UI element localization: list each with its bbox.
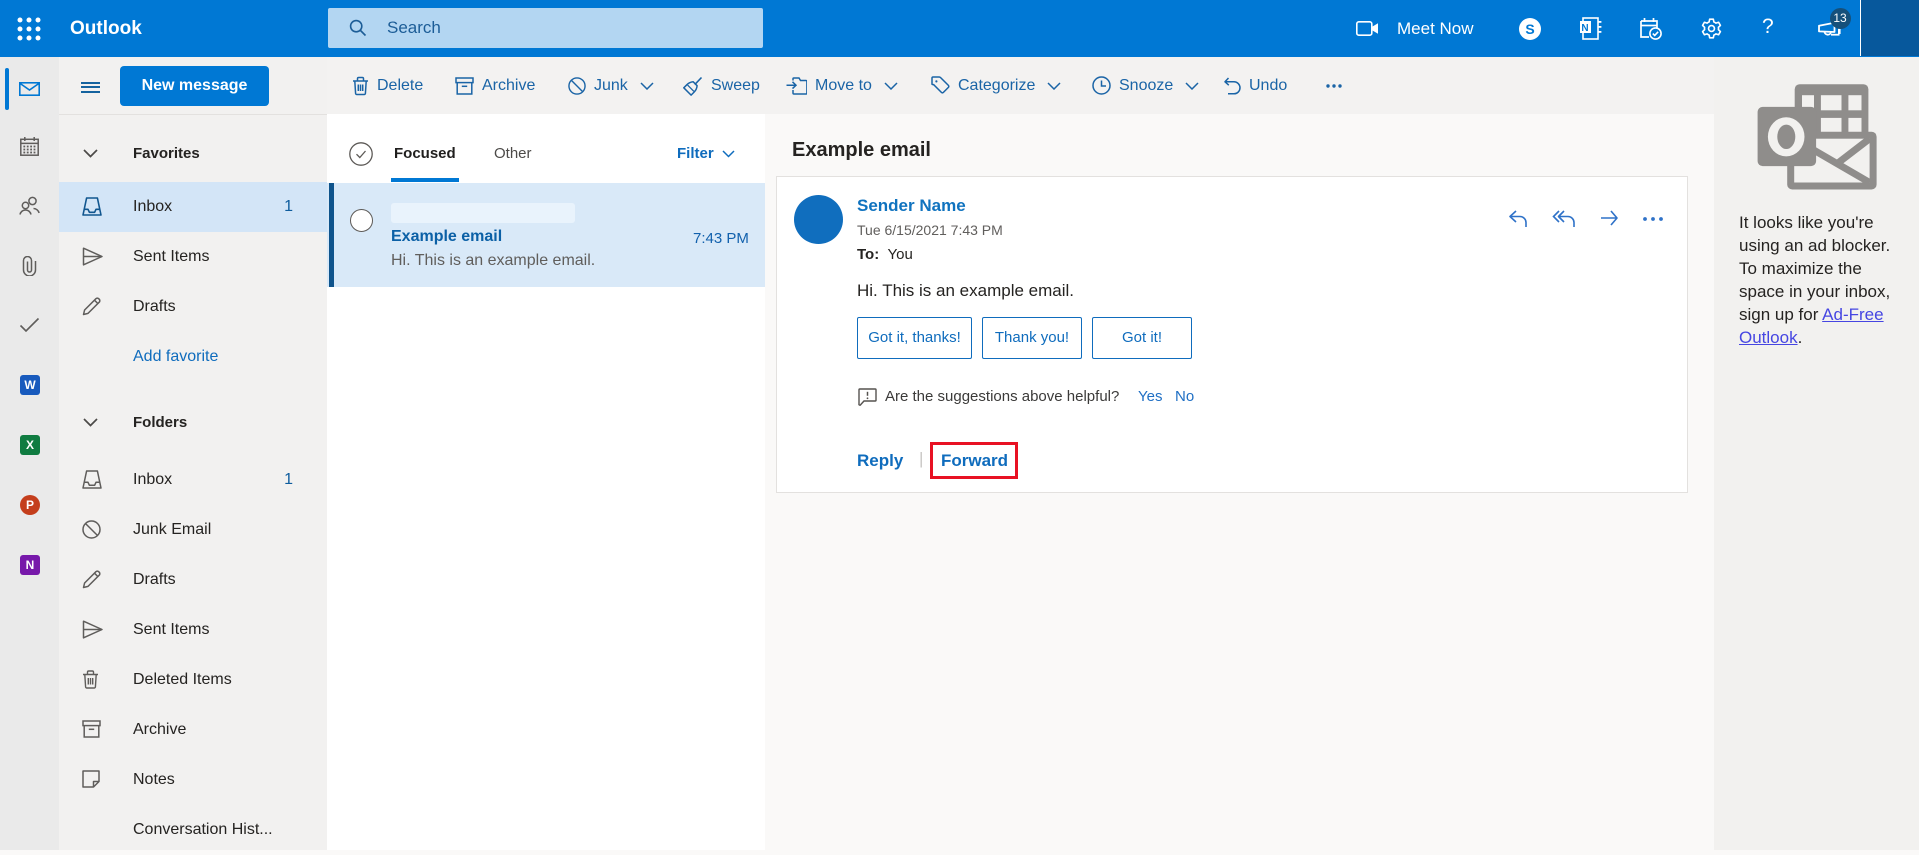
svg-text:N: N: [1581, 23, 1588, 34]
